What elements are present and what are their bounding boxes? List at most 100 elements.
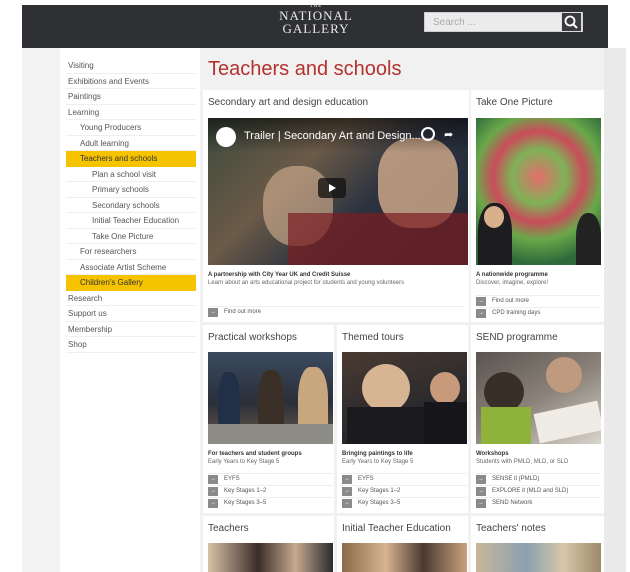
sidebar-item-shop[interactable]: Shop	[66, 337, 196, 353]
arrow-icon: →	[476, 499, 486, 508]
page-title: Teachers and schools	[208, 58, 402, 80]
find-out-more-link[interactable]: → Find out more	[476, 295, 601, 306]
trailer-video[interactable]: Trailer | Secondary Art and Design... ➦	[208, 118, 468, 265]
card-title: Initial Teacher Education	[342, 523, 451, 534]
teachers-image[interactable]	[208, 543, 333, 572]
sidebar-item-secondary-schools[interactable]: Secondary schools	[66, 198, 196, 213]
key-stages-3-5-link[interactable]: → Key Stages 3–5	[342, 497, 467, 508]
key-stages-3-5-link[interactable]: → Key Stages 3–5	[208, 497, 333, 508]
ite-image[interactable]	[342, 543, 467, 572]
card-title: SEND programme	[476, 332, 558, 343]
sidebar-item-for-researchers[interactable]: For researchers	[66, 244, 196, 260]
card-practical-workshops: Practical workshops For teachers and stu…	[203, 325, 334, 513]
card-title: Secondary art and design education	[208, 97, 369, 108]
link-label: EYFS	[224, 476, 240, 482]
explore-it-link[interactable]: → EXPLORE it (MLD and SLD)	[476, 485, 601, 496]
card-subtitle: A nationwide programme	[476, 272, 548, 278]
card-initial-teacher-education: Initial Teacher Education	[337, 516, 468, 572]
card-teachers: Teachers	[203, 516, 334, 572]
workshops-image[interactable]	[208, 352, 333, 444]
card-description: Early Years to Key Stage 5	[208, 459, 280, 465]
sidebar-item-teachers-and-schools[interactable]: Teachers and schools	[66, 151, 196, 167]
arrow-icon: →	[342, 499, 352, 508]
sidebar: Visiting Exhibitions and Events Paintings L…	[60, 48, 200, 572]
arrow-icon: →	[476, 309, 486, 318]
arrow-icon: →	[208, 308, 218, 317]
national-gallery-logo[interactable]: THE NATIONAL GALLERY	[276, 4, 356, 35]
link-label: CPD training days	[492, 310, 541, 316]
left-gutter	[22, 48, 60, 572]
link-label: SENSE it (PMLD)	[492, 476, 540, 482]
sidebar-item-exhibitions-and-events[interactable]: Exhibitions and Events	[66, 74, 196, 89]
share-icon[interactable]: ➦	[444, 128, 453, 141]
sidebar-item-visiting[interactable]: Visiting	[66, 58, 196, 74]
link-label: Key Stages 1–2	[224, 488, 267, 494]
card-title: Take One Picture	[476, 97, 553, 108]
card-description: Discover, imagine, explore!	[476, 280, 549, 286]
arrow-icon: →	[476, 297, 486, 306]
search-placeholder: Search ...	[433, 17, 476, 28]
card-subtitle: Bringing paintings to life	[342, 451, 413, 457]
card-take-one-picture: Take One Picture A nationwide programme …	[471, 90, 604, 322]
sidebar-item-learning[interactable]: Learning	[66, 105, 196, 120]
take-one-picture-image[interactable]	[476, 118, 601, 265]
sense-it-link[interactable]: → SENSE it (PMLD)	[476, 473, 601, 484]
arrow-icon: →	[342, 487, 352, 496]
link-label: SEND Network	[492, 500, 533, 506]
arrow-icon: →	[208, 487, 218, 496]
sidebar-item-plan-a-school-visit[interactable]: Plan a school visit	[66, 167, 196, 182]
search-icon	[564, 15, 578, 29]
card-title: Themed tours	[342, 332, 404, 343]
sidebar-item-take-one-picture[interactable]: Take One Picture	[66, 229, 196, 244]
sidebar-item-initial-teacher-education[interactable]: Initial Teacher Education	[66, 213, 196, 229]
link-label: Key Stages 3–5	[358, 500, 401, 506]
sidebar-item-adult-learning[interactable]: Adult learning	[66, 136, 196, 151]
teachers-notes-image[interactable]	[476, 543, 601, 572]
arrow-icon: →	[476, 475, 486, 484]
arrow-icon: →	[208, 475, 218, 484]
find-out-more-link[interactable]: → Find out more	[208, 306, 464, 317]
send-programme-image[interactable]	[476, 352, 601, 444]
link-label: Key Stages 1–2	[358, 488, 401, 494]
link-label: Find out more	[224, 309, 262, 315]
sidebar-item-young-producers[interactable]: Young Producers	[66, 120, 196, 136]
card-themed-tours: Themed tours Bringing paintings to life …	[337, 325, 468, 513]
arrow-icon: →	[208, 499, 218, 508]
eyfs-link[interactable]: → EYFS	[342, 473, 467, 484]
sidebar-item-support-us[interactable]: Support us	[66, 306, 196, 322]
sidebar-item-children-s-gallery[interactable]: Children's Gallery	[66, 275, 196, 291]
card-title: Teachers' notes	[476, 523, 546, 534]
link-label: Find out more	[492, 298, 530, 304]
card-title: Teachers	[208, 523, 249, 534]
sidebar-item-primary-schools[interactable]: Primary schools	[66, 182, 196, 198]
card-send-programme: SEND programme Workshops Students with P…	[471, 325, 604, 513]
link-label: EYFS	[358, 476, 374, 482]
sidebar-item-research[interactable]: Research	[66, 291, 196, 306]
card-subtitle: For teachers and student groups	[208, 451, 302, 457]
link-label: EXPLORE it (MLD and SLD)	[492, 488, 569, 494]
search-button[interactable]	[561, 12, 582, 32]
card-secondary-art: Secondary art and design education Trail…	[203, 90, 469, 322]
cpd-training-link[interactable]: → CPD training days	[476, 307, 601, 318]
sidebar-item-membership[interactable]: Membership	[66, 322, 196, 337]
eyfs-link[interactable]: → EYFS	[208, 473, 333, 484]
arrow-icon: →	[476, 487, 486, 496]
card-description: Students with PMLD, MLD, or SLD	[476, 459, 569, 465]
video-title: Trailer | Secondary Art and Design...	[244, 130, 421, 142]
search-input[interactable]: Search ...	[424, 12, 583, 32]
sidebar-nav: Visiting Exhibitions and Events Paintings L…	[66, 58, 196, 353]
link-label: Key Stages 3–5	[224, 500, 267, 506]
key-stages-1-2-link[interactable]: → Key Stages 1–2	[342, 485, 467, 496]
card-title: Practical workshops	[208, 332, 297, 343]
watch-later-icon[interactable]	[421, 127, 435, 141]
play-button[interactable]	[318, 178, 346, 198]
sidebar-item-paintings[interactable]: Paintings	[66, 89, 196, 105]
logo-line-2: GALLERY	[282, 21, 350, 36]
right-gutter	[604, 48, 626, 572]
sidebar-item-associate-artist-scheme[interactable]: Associate Artist Scheme	[66, 260, 196, 275]
themed-tours-image[interactable]	[342, 352, 467, 444]
card-subtitle: A partnership with City Year UK and Cred…	[208, 272, 351, 278]
send-network-link[interactable]: → SEND Network	[476, 497, 601, 508]
key-stages-1-2-link[interactable]: → Key Stages 1–2	[208, 485, 333, 496]
channel-logo	[216, 127, 236, 147]
